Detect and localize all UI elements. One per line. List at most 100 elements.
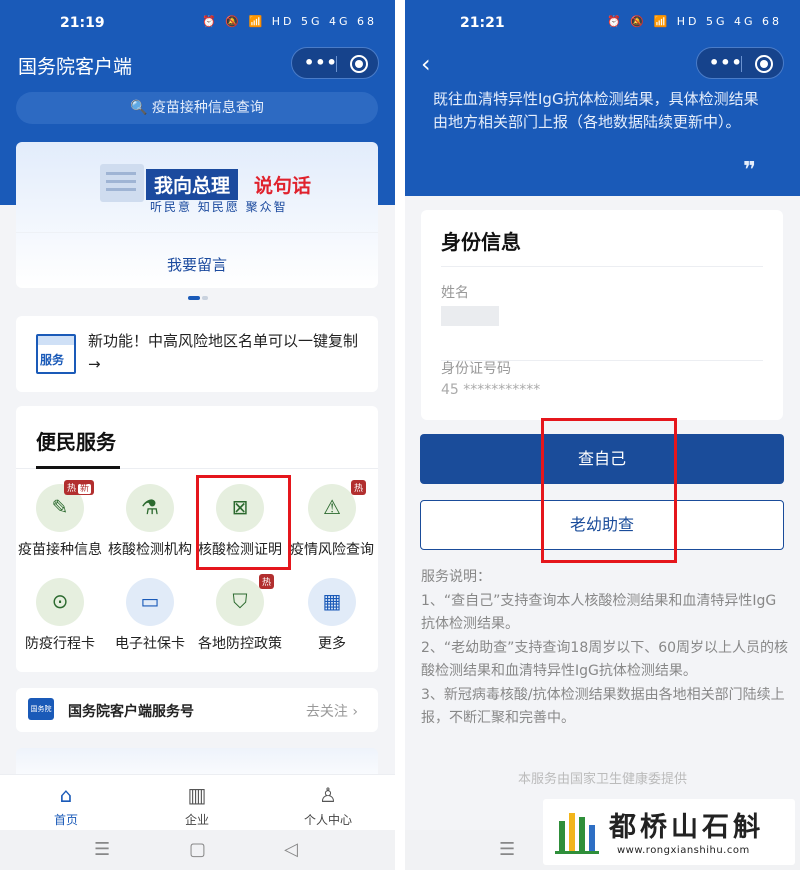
capsule-divider — [741, 56, 742, 72]
id-number-field[interactable]: 45 *********** — [441, 382, 540, 398]
service-item-label: 电子社保卡 — [115, 636, 185, 652]
right-phone-screen: 21:21 ⏰ 🔕 📶 HD 5G 4G 68 ‹ ••• 既往血清特异性IgG… — [405, 0, 800, 870]
service-item-label: 疫苗接种信息 — [18, 542, 102, 558]
carousel-indicator — [188, 296, 208, 300]
quote-mark-icon: ❞ — [743, 158, 756, 183]
orchid-logo-icon — [555, 813, 599, 854]
back-icon[interactable]: ‹ — [421, 50, 431, 78]
service-icon-label: 服务 — [40, 353, 65, 367]
close-miniprogram-icon[interactable] — [755, 55, 773, 73]
service-item-label: 各地防控政策 — [198, 636, 282, 652]
status-icons: ⏰ 🔕 📶 HD 5G 4G 68 — [607, 15, 782, 28]
service-icon: 服务 — [36, 334, 76, 374]
building-icon: ▥ — [187, 783, 207, 807]
status-bar: 21:21 ⏰ 🔕 📶 HD 5G 4G 68 — [405, 0, 800, 44]
name-label: 姓名 — [441, 285, 469, 301]
identity-info-card: 身份信息 姓名 身份证号码 45 *********** — [421, 210, 783, 420]
service-item-label: 更多 — [318, 636, 346, 652]
watermark-name: 都桥山石斛 — [609, 812, 764, 843]
id-card-icon: ▭ — [126, 578, 174, 626]
system-nav-bar: ☰ ▢ ◁ — [0, 830, 395, 870]
services-title: 便民服务 — [36, 430, 116, 454]
bottom-tab-bar: ⌂ 首页 ▥ 企业 ♙ 个人中心 — [0, 774, 395, 830]
shield-icon: ⛉ 热 — [216, 574, 274, 626]
provided-by-text: 本服务由国家卫生健康委提供 — [517, 772, 687, 787]
service-item[interactable]: ⊙ 防疫行程卡 — [14, 578, 106, 653]
identity-heading: 身份信息 — [441, 230, 521, 254]
search-bar[interactable]: 🔍 疫苗接种信息查询 — [16, 92, 378, 124]
home-icon: ⌂ — [59, 783, 73, 807]
status-time: 21:19 — [60, 15, 105, 31]
hot-badge-text: 热 — [66, 484, 76, 494]
service-glyph: ⛉ — [232, 589, 248, 613]
menu-icon[interactable]: ☰ — [94, 839, 110, 860]
service-glyph: ⚗ — [141, 495, 159, 519]
status-time: 21:21 — [460, 15, 505, 31]
left-phone-screen: 21:19 ⏰ 🔕 📶 HD 5G 4G 68 国务院客户端 ••• 🔍 疫苗接… — [0, 0, 395, 870]
banner-heading-part1: 我向总理 — [146, 169, 239, 200]
account-name: 国务院客户端服务号 — [68, 704, 194, 720]
more-icon[interactable]: ••• — [709, 53, 743, 72]
hot-badge: 热新 — [63, 480, 94, 495]
tab-home-label: 首页 — [53, 813, 78, 827]
new-badge-text: 新 — [77, 484, 91, 494]
follow-account-row[interactable]: 国务院 国务院客户端服务号 去关注 › — [16, 688, 378, 732]
back-nav-icon[interactable]: ◁ — [284, 839, 298, 860]
leave-message-link[interactable]: 我要留言 — [16, 254, 378, 275]
hot-badge-text: 热 — [353, 484, 363, 494]
service-item[interactable]: ✎ 热新疫苗接种信息 — [14, 480, 106, 559]
notice-card[interactable]: 服务 新功能！中高风险地区名单可以一键复制→ — [16, 316, 378, 392]
tab-personal-label: 个人中心 — [303, 813, 352, 827]
status-bar: 21:19 ⏰ 🔕 📶 HD 5G 4G 68 — [0, 0, 395, 44]
hot-badge: 热 — [258, 574, 274, 589]
identity-divider — [441, 266, 763, 267]
service-item-label: 疫情风险查询 — [290, 542, 374, 558]
service-glyph: ⚠ — [323, 495, 341, 519]
description-item: 2、“老幼助查”支持查询18周岁以下、60周岁以上人员的核酸检测结果和血清特异性… — [421, 639, 789, 680]
description-item: 1、“查自己”支持查询本人核酸检测结果和血清特异性IgG抗体检测结果。 — [421, 592, 777, 633]
tab-home[interactable]: ⌂ 首页 — [21, 783, 111, 828]
close-miniprogram-icon[interactable] — [350, 55, 368, 73]
miniprogram-capsule: ••• — [696, 47, 784, 79]
service-glyph: ⊙ — [51, 589, 69, 613]
service-item[interactable]: ⚠ 热疫情风险查询 — [286, 480, 378, 559]
location-pin-icon: ⊙ — [36, 578, 84, 626]
vaccine-record-icon: ✎ 热新 — [36, 480, 94, 532]
site-watermark: 都桥山石斛 www.rongxianshihu.com — [543, 799, 795, 865]
miniprogram-capsule: ••• — [291, 47, 379, 79]
home-nav-icon[interactable]: ▢ — [189, 839, 206, 860]
banner-subtitle: 听民意 知民愿 聚众智 — [150, 200, 288, 214]
status-icons: ⏰ 🔕 📶 HD 5G 4G 68 — [202, 15, 377, 28]
person-icon: ♙ — [319, 783, 337, 807]
banner-heading-part2: 说句话 — [254, 175, 312, 197]
hot-badge: 热 — [350, 480, 366, 495]
state-council-logo: 国务院 — [28, 698, 54, 720]
feedback-banner[interactable]: 我向总理 说句话 听民意 知民愿 聚众智 我要留言 — [16, 142, 378, 288]
service-item[interactable]: ⛉ 热各地防控政策 — [194, 574, 286, 653]
description-title: 服务说明： — [421, 569, 491, 585]
document-icon — [100, 164, 144, 202]
notice-text: 新功能！中高风险地区名单可以一键复制→ — [88, 332, 359, 373]
intro-text: 既往血清特异性IgG抗体检测结果，具体检测结果由地方相关部门上报（各地数据陆续更… — [433, 90, 759, 131]
service-item-label: 防疫行程卡 — [25, 636, 95, 652]
watermark-url: www.rongxianshihu.com — [617, 845, 750, 856]
service-item[interactable]: ⚗ 核酸检测机构 — [104, 484, 196, 559]
service-item[interactable]: ▭ 电子社保卡 — [104, 578, 196, 653]
service-glyph: ✎ — [51, 495, 69, 519]
id-number-label: 身份证号码 — [441, 361, 511, 377]
test-tube-icon: ⚗ — [126, 484, 174, 532]
service-item[interactable]: ▦ 更多 — [286, 578, 378, 653]
tab-personal-center[interactable]: ♙ 个人中心 — [283, 783, 373, 828]
service-description: 服务说明： 1、“查自己”支持查询本人核酸检测结果和血清特异性IgG抗体检测结果… — [421, 566, 789, 731]
name-field-blurred[interactable] — [441, 306, 499, 326]
highlight-box-buttons — [541, 418, 677, 563]
menu-icon[interactable]: ☰ — [499, 839, 515, 860]
banner-divider — [16, 232, 378, 233]
warning-icon: ⚠ 热 — [308, 480, 366, 532]
services-title-underline — [36, 466, 120, 469]
tab-enterprise[interactable]: ▥ 企业 — [152, 783, 242, 828]
tab-enterprise-label: 企业 — [184, 813, 209, 827]
service-item-label: 核酸检测机构 — [108, 542, 192, 558]
follow-button[interactable]: 去关注 › — [306, 701, 358, 721]
more-icon[interactable]: ••• — [304, 53, 338, 72]
